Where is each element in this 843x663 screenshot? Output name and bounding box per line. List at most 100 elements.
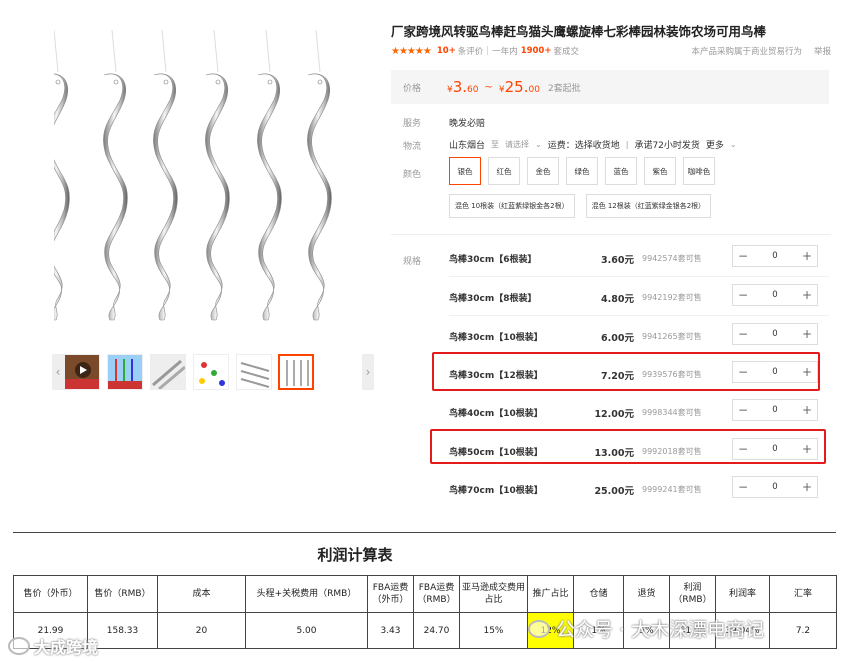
table-header-cell: 亚马逊成交费用占比 xyxy=(459,575,528,613)
chevron-down-icon[interactable]: ⌄ xyxy=(535,140,542,149)
logistics-label: 物流 xyxy=(403,142,422,152)
plus-button[interactable]: + xyxy=(797,442,817,456)
spec-stock: 9941265套可售 xyxy=(642,332,702,341)
spec-stock: 9998344套可售 xyxy=(642,408,702,417)
quantity-input[interactable]: 0 xyxy=(753,367,797,377)
thumbnail-4[interactable] xyxy=(193,354,229,390)
report-link[interactable]: 举报 xyxy=(814,45,831,57)
minus-button[interactable]: − xyxy=(733,327,753,341)
minus-button[interactable]: − xyxy=(733,442,753,456)
thumbnail-strip: ‹ › xyxy=(52,350,376,394)
chevron-left-icon[interactable]: ‹ xyxy=(52,354,64,390)
thumbnail-3[interactable] xyxy=(150,354,186,390)
color-option-mixed-12[interactable]: 混色 12根装（红蓝紫绿金银各2根） xyxy=(585,194,712,218)
quantity-input[interactable]: 0 xyxy=(753,251,797,261)
table-header-cell: 利润（RMB） xyxy=(669,575,716,613)
minus-button[interactable]: − xyxy=(733,249,753,263)
table-header-cell: FBA运费（外币） xyxy=(367,575,414,613)
plus-button[interactable]: + xyxy=(797,480,817,494)
color-label: 颜色 xyxy=(403,170,422,180)
review-count[interactable]: 10+ xyxy=(437,46,456,56)
table-cell[interactable]: 7.2 xyxy=(769,612,837,649)
spec-row: 鸟棒30cm【8根装】 4.80元 9942192套可售 − 0 + xyxy=(432,277,828,315)
quantity-input[interactable]: 0 xyxy=(753,329,797,339)
color-option-blue[interactable]: 蓝色 xyxy=(605,157,637,185)
spec-row: 鸟棒30cm【6根装】 3.60元 9942574套可售 − 0 + xyxy=(432,238,828,276)
table-cell[interactable]: 5.00 xyxy=(245,612,368,649)
spec-name: 鸟棒50cm【10根装】 xyxy=(449,448,543,458)
spec-price: 12.00元 xyxy=(594,409,634,420)
quantity-input[interactable]: 0 xyxy=(753,444,797,454)
quantity-stepper: − 0 + xyxy=(732,361,818,383)
spec-price: 13.00元 xyxy=(594,448,634,459)
spec-row-highlighted: 鸟棒30cm【12根装】 7.20元 9939576套可售 − 0 + xyxy=(432,354,828,392)
separator: | xyxy=(486,46,490,56)
spec-row: 鸟棒30cm【10根装】 6.00元 9941265套可售 − 0 + xyxy=(432,316,828,354)
color-option-gold[interactable]: 金色 xyxy=(527,157,559,185)
color-option-red[interactable]: 红色 xyxy=(488,157,520,185)
review-label[interactable]: 条评价 xyxy=(458,45,484,57)
sold-count: 1900+ xyxy=(520,46,552,56)
table-header-cell: 利润率 xyxy=(715,575,770,613)
service-label: 服务 xyxy=(403,119,422,129)
color-option-silver[interactable]: 银色 xyxy=(449,157,481,185)
table-cell[interactable]: 3.43 xyxy=(367,612,414,649)
table-top-border xyxy=(13,532,836,533)
thumbnail-video[interactable] xyxy=(64,354,100,390)
quantity-stepper: − 0 + xyxy=(732,476,818,498)
minus-button[interactable]: − xyxy=(733,288,753,302)
spec-price: 7.20元 xyxy=(601,371,634,382)
spec-stock: 9939576套可售 xyxy=(642,370,702,379)
bird-repeller-rods-illustration xyxy=(45,29,332,321)
color-option-green[interactable]: 绿色 xyxy=(566,157,598,185)
thumbnail-5[interactable] xyxy=(236,354,272,390)
separator: | xyxy=(625,140,629,149)
quantity-input[interactable]: 0 xyxy=(753,482,797,492)
spec-name: 鸟棒30cm【6根装】 xyxy=(449,255,537,265)
quantity-input[interactable]: 0 xyxy=(753,290,797,300)
plus-button[interactable]: + xyxy=(797,403,817,417)
thumbnail-6-selected[interactable] xyxy=(278,354,314,390)
price-low: ¥3.60 xyxy=(447,78,479,96)
main-product-image[interactable] xyxy=(45,29,374,340)
spec-name: 鸟棒70cm【10根装】 xyxy=(449,486,543,496)
spec-stock: 9942192套可售 xyxy=(642,293,702,302)
table-cell[interactable]: 24.70 xyxy=(413,612,460,649)
minus-button[interactable]: − xyxy=(733,403,753,417)
table-header-cell: 汇率 xyxy=(769,575,837,613)
spec-name: 鸟棒30cm【10根装】 xyxy=(449,333,543,343)
profit-table-title: 利润计算表 xyxy=(317,546,393,564)
chevron-right-icon[interactable]: › xyxy=(362,354,374,390)
plus-button[interactable]: + xyxy=(797,327,817,341)
thumbnail-image-icon xyxy=(237,355,271,389)
table-cell[interactable]: 20 xyxy=(157,612,246,649)
quantity-input[interactable]: 0 xyxy=(753,405,797,415)
table-header-cell: 仓储 xyxy=(573,575,624,613)
destination-select[interactable]: 请选择 xyxy=(505,139,529,150)
table-header-cell: 推广占比 xyxy=(527,575,574,613)
min-order: 2套起批 xyxy=(547,83,581,94)
thumbnail-image-icon xyxy=(280,356,312,388)
minus-button[interactable]: − xyxy=(733,480,753,494)
color-option-purple[interactable]: 紫色 xyxy=(644,157,676,185)
quantity-stepper: − 0 + xyxy=(732,399,818,421)
chevron-down-icon[interactable]: ⌄ xyxy=(730,140,737,149)
minus-button[interactable]: − xyxy=(733,365,753,379)
spec-row-highlighted: 鸟棒50cm【10根装】 13.00元 9992018套可售 − 0 + xyxy=(432,431,828,469)
plus-button[interactable]: + xyxy=(797,288,817,302)
thumbnail-image-icon xyxy=(194,355,228,389)
watermark-right: 公众号 · 大木深漂电商记 xyxy=(528,615,764,642)
trade-notice: 本产品采购属于商业贸易行为 xyxy=(691,47,802,57)
color-option-mixed-10[interactable]: 混色 10根装（红蓝紫绿银金各2根） xyxy=(449,194,575,218)
table-cell[interactable]: 15% xyxy=(459,612,528,649)
plus-button[interactable]: + xyxy=(797,249,817,263)
plus-button[interactable]: + xyxy=(797,365,817,379)
sold-prefix: 一年内 xyxy=(492,47,518,57)
spec-row: 鸟棒70cm【10根装】 25.00元 9999241套可售 − 0 + xyxy=(432,469,828,507)
wechat-icon xyxy=(528,619,550,638)
thumbnail-2[interactable] xyxy=(107,354,143,390)
color-option-coffee[interactable]: 咖啡色 xyxy=(683,157,715,185)
service-value[interactable]: 晚发必赔 xyxy=(449,116,485,129)
spec-price: 4.80元 xyxy=(601,294,634,305)
more-link[interactable]: 更多 xyxy=(706,138,724,151)
